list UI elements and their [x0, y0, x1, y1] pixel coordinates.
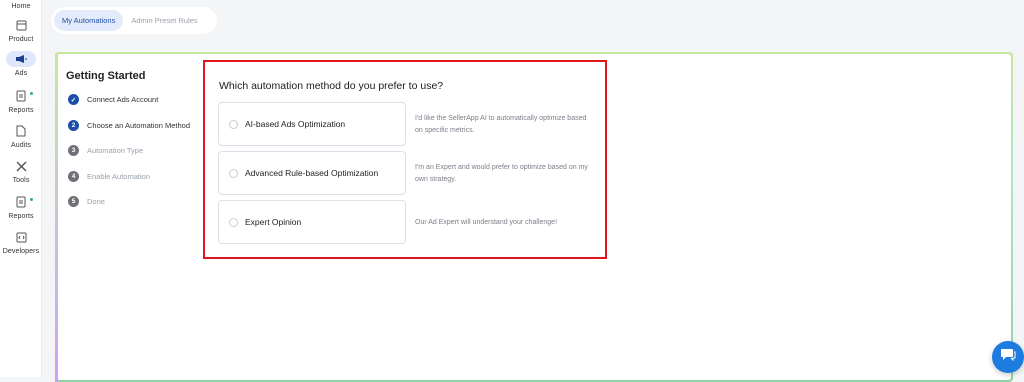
sidebar-item-ads[interactable]: Ads [0, 51, 42, 77]
sidebar-item-label: Ads [14, 70, 28, 77]
sidebar-item-label: Audits [10, 142, 32, 149]
tab-admin-preset-rules[interactable]: Admin Preset Rules [123, 10, 205, 31]
tab-my-automations[interactable]: My Automations [54, 10, 124, 31]
check-icon: ✓ [68, 94, 79, 105]
step-label: Done [87, 197, 105, 206]
option-expert-opinion[interactable]: Expert Opinion [218, 200, 406, 244]
option-label: Expert Opinion [245, 217, 302, 227]
step-label: Enable Automation [87, 172, 150, 181]
status-dot [30, 92, 33, 95]
steps-title: Getting Started [66, 70, 146, 82]
sidebar-item-developers[interactable]: Developers [0, 229, 42, 255]
status-dot [30, 198, 33, 201]
sidebar-item-product[interactable]: Product [0, 17, 42, 43]
tools-icon [12, 158, 30, 174]
step-number: 2 [68, 120, 79, 131]
step-3: 3 Automation Type [68, 145, 143, 156]
step-label: Connect Ads Account [87, 95, 159, 104]
report-icon [12, 88, 30, 104]
step-label: Automation Type [87, 146, 144, 155]
sidebar-item-home[interactable]: Home [0, 0, 42, 10]
option-ai-based[interactable]: AI-based Ads Optimization [218, 102, 406, 146]
sidebar-item-audits[interactable]: Audits [0, 123, 42, 149]
sidebar-item-reports[interactable]: Reports [0, 88, 42, 114]
sidebar-item-label: Reports [8, 107, 34, 114]
sidebar-item-label: Home [11, 3, 31, 10]
chat-icon [1000, 348, 1016, 367]
megaphone-icon [6, 51, 36, 67]
radio-button[interactable] [229, 168, 238, 178]
radio-button[interactable] [229, 217, 238, 227]
step-number: 3 [68, 145, 79, 156]
step-2: 2 Choose an Automation Method [68, 120, 190, 131]
chat-button[interactable] [992, 341, 1024, 373]
sidebar: Home Product Ads Reports Audits Tools Re… [0, 0, 42, 377]
sidebar-item-reports-2[interactable]: Reports [0, 194, 42, 220]
sidebar-item-label: Product [8, 36, 34, 43]
option-description: I'm an Expert and would prefer to optimi… [415, 164, 588, 183]
step-4: 4 Enable Automation [68, 171, 150, 182]
step-1: ✓ Connect Ads Account [68, 94, 158, 105]
sidebar-item-label: Reports [8, 213, 34, 220]
option-rule-based[interactable]: Advanced Rule-based Optimization [218, 151, 406, 195]
automation-method-panel: Which automation method do you prefer to… [203, 60, 607, 259]
step-number: 4 [68, 171, 79, 182]
step-5: 5 Done [68, 196, 105, 207]
question-title: Which automation method do you prefer to… [219, 80, 444, 92]
audit-icon [12, 123, 30, 139]
report-icon [12, 194, 30, 210]
card-accent-edge [55, 52, 58, 382]
sidebar-item-label: Tools [12, 177, 30, 184]
product-icon [12, 17, 30, 33]
sidebar-item-tools[interactable]: Tools [0, 158, 42, 184]
automation-tabs: My Automations Admin Preset Rules [51, 7, 217, 34]
option-label: AI-based Ads Optimization [245, 119, 346, 129]
step-label: Choose an Automation Method [87, 121, 190, 130]
step-number: 5 [68, 196, 79, 207]
radio-button[interactable] [229, 119, 238, 129]
code-icon [12, 229, 30, 245]
setup-card: Getting Started ✓ Connect Ads Account 2 … [55, 52, 1013, 382]
option-description: Our Ad Expert will understand your chall… [415, 219, 558, 226]
sidebar-item-label: Developers [2, 248, 40, 255]
option-label: Advanced Rule-based Optimization [245, 168, 379, 178]
option-description: I'd like the SellerApp AI to automatical… [415, 115, 587, 134]
